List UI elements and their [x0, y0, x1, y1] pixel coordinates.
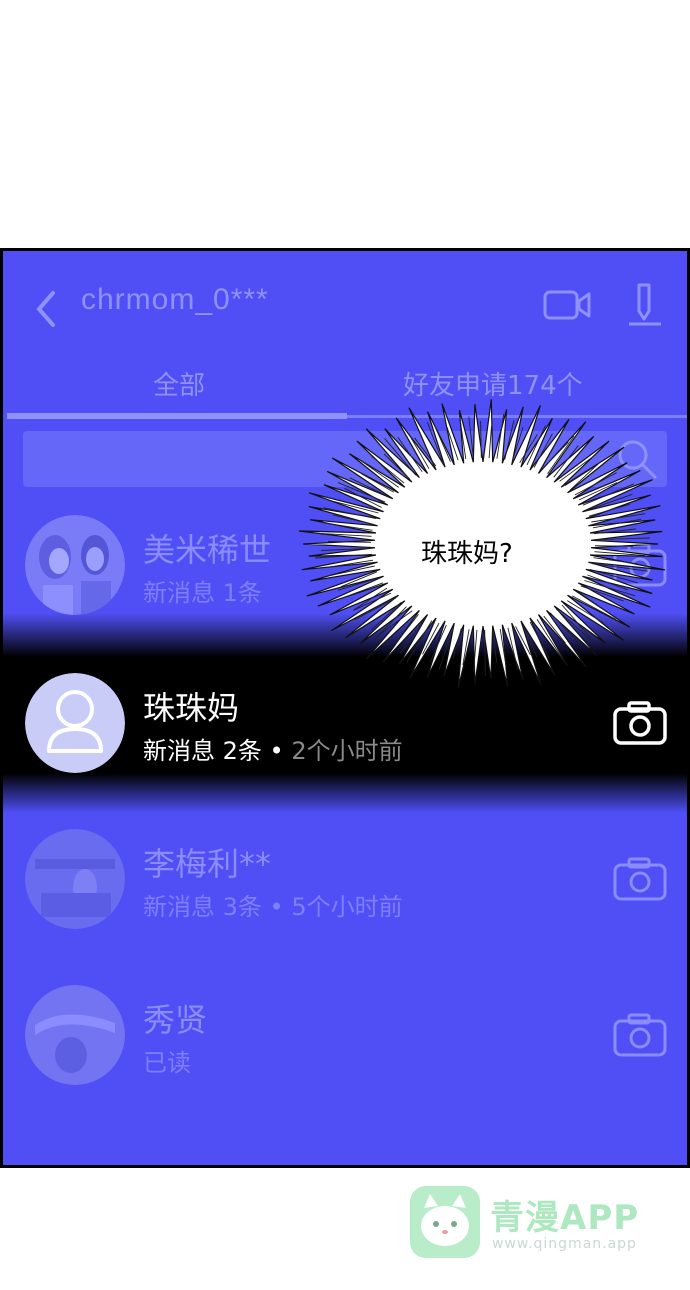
message-status: 新消息 3条 • 5个小时前 [143, 887, 403, 922]
watermark-logo: 青漫APP www.qingman.app [410, 1186, 650, 1266]
message-count: 新消息 3条 • [143, 893, 292, 921]
message-time: 2个小时前 [291, 737, 403, 765]
message-status: 已读 [143, 1049, 191, 1077]
camera-icon[interactable] [613, 701, 667, 745]
page-title: chrmom_0*** [81, 283, 269, 316]
watermark-name: 青漫APP [490, 1198, 640, 1238]
contact-name: 秀贤 [143, 1001, 208, 1039]
message-time: 5个小时前 [291, 893, 403, 921]
cat-logo-icon [410, 1186, 480, 1258]
video-camera-icon[interactable] [543, 289, 591, 321]
pen-icon[interactable] [625, 281, 665, 327]
speech-bubble-text: 珠珠妈? [421, 539, 513, 569]
chevron-left-icon[interactable] [33, 289, 59, 329]
watermark-url: www.qingman.app [492, 1236, 637, 1252]
message-status: 新消息 2条 • 2个小时前 [143, 731, 403, 766]
burst-line [484, 629, 486, 677]
camera-icon[interactable] [613, 857, 667, 901]
contact-name: 珠珠妈 [143, 689, 240, 727]
avatar [25, 985, 125, 1085]
camera-icon[interactable] [613, 1013, 667, 1057]
dm-screen-panel: chrmom_0*** 全部 好友申请174个 美米稀世 新消息 1条 珠珠妈 … [0, 248, 690, 1168]
avatar-placeholder [25, 673, 125, 773]
contact-name: 美米稀世 [143, 531, 272, 569]
tab-all[interactable]: 全部 [153, 365, 205, 402]
contact-name: 李梅利** [143, 845, 272, 883]
message-status: 新消息 1条 [143, 579, 262, 607]
burst-line [594, 545, 634, 547]
avatar [25, 515, 125, 615]
message-count: 新消息 2条 • [143, 737, 292, 765]
avatar [25, 829, 125, 929]
